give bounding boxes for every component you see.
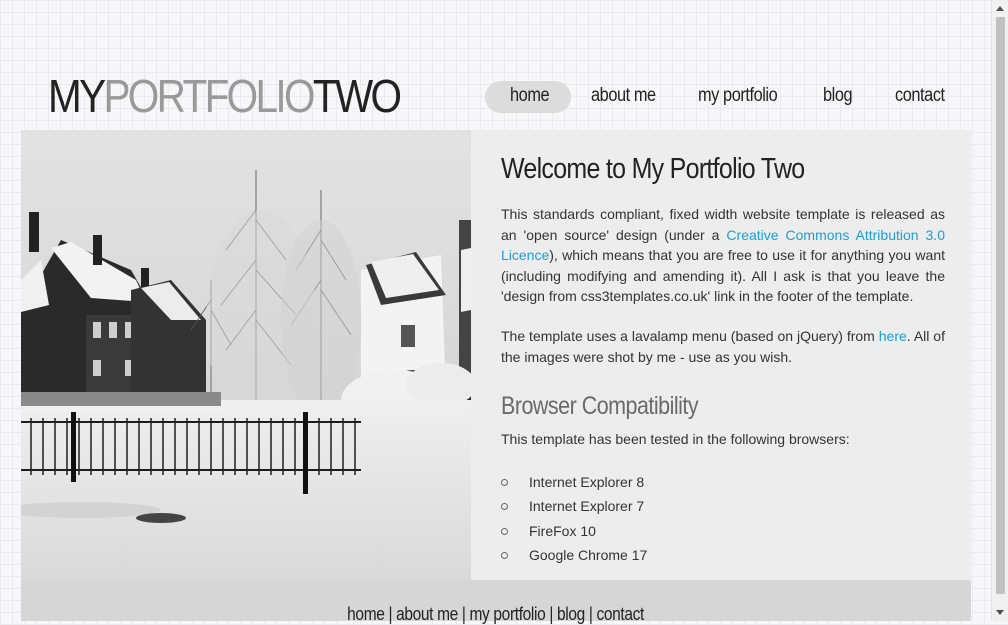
- compat-heading: Browser Compatibility: [501, 392, 699, 420]
- logo-part-portfolio: PORTFOLIO: [103, 70, 315, 122]
- browser-name: Internet Explorer 8: [529, 474, 645, 490]
- page-heading: Welcome to My Portfolio Two: [501, 153, 805, 185]
- browser-name: Google Chrome 17: [529, 546, 648, 563]
- logo-part-my: MY: [48, 70, 106, 122]
- nav-item-blog[interactable]: blog: [823, 85, 853, 107]
- footer-link-contact[interactable]: contact: [597, 604, 645, 624]
- nav-item-my-portfolio[interactable]: my portfolio: [698, 85, 778, 107]
- footer-separator: |: [458, 604, 470, 624]
- browser-list: Internet Explorer 8 Internet Explorer 7 …: [501, 472, 647, 569]
- main-panel: Welcome to My Portfolio Two This standar…: [21, 130, 971, 580]
- list-item: Google Chrome 17: [501, 545, 647, 569]
- nav-item-home[interactable]: home: [510, 85, 550, 107]
- list-item: FireFox 10: [501, 521, 647, 545]
- browser-name: Internet Explorer 7: [529, 498, 645, 515]
- list-item: Internet Explorer 7: [501, 496, 647, 520]
- site-logo[interactable]: MYPORTFOLIOTWO: [48, 70, 402, 122]
- snowy-houses-photo: [21, 130, 471, 580]
- footer-link-blog[interactable]: blog: [557, 604, 585, 624]
- bullet-icon: [501, 503, 508, 511]
- compat-text: This template has been tested in the fol…: [501, 431, 850, 447]
- intro-paragraph: This standards compliant, fixed width we…: [501, 204, 945, 307]
- footer-link-about-me[interactable]: about me: [397, 604, 459, 624]
- scroll-up-arrow-icon[interactable]: [996, 6, 1004, 11]
- lavalamp-here-link[interactable]: here: [879, 328, 907, 344]
- bullet-icon: [501, 479, 508, 486]
- nav-item-contact[interactable]: contact: [895, 85, 945, 107]
- bullet-icon: [501, 527, 508, 535]
- footer-link-my-portfolio[interactable]: my portfolio: [470, 604, 546, 624]
- browser-name: FireFox 10: [529, 522, 596, 539]
- scrollbar-thumb[interactable]: [996, 17, 1005, 594]
- footer: home | about me | my portfolio | blog | …: [21, 580, 971, 624]
- nav-item-about-me[interactable]: about me: [591, 85, 656, 107]
- logo-part-two: TWO: [312, 70, 402, 122]
- lavalamp-text-before: The template uses a lavalamp menu (based…: [501, 328, 879, 344]
- lavalamp-paragraph: The template uses a lavalamp menu (based…: [501, 326, 945, 367]
- footer-separator: |: [545, 604, 558, 624]
- footer-link-home[interactable]: home: [348, 604, 386, 624]
- intro-text-after: ), which means that you are free to use …: [501, 247, 945, 304]
- footer-separator: |: [384, 604, 397, 624]
- list-item: Internet Explorer 8: [501, 472, 647, 496]
- scroll-down-arrow-icon[interactable]: [996, 610, 1004, 615]
- vertical-scrollbar[interactable]: [991, 0, 1008, 621]
- footer-separator: |: [585, 604, 597, 624]
- bullet-icon: [501, 551, 508, 559]
- footer-nav: home | about me | my portfolio | blog | …: [348, 604, 645, 625]
